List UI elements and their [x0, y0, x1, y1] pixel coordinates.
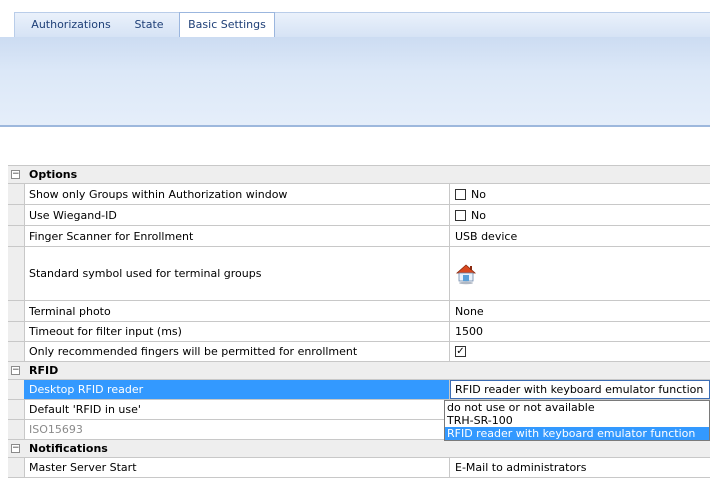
tab-authorizations[interactable]: Authorizations — [23, 13, 119, 37]
property-label: Desktop RFID reader — [24, 380, 450, 399]
rfid-reader-dropdown-list: do not use or not available TRH-SR-100 R… — [444, 400, 710, 441]
property-value[interactable]: 1500 — [450, 322, 710, 341]
tab-basic-settings[interactable]: Basic Settings — [179, 12, 275, 39]
category-rfid[interactable]: − RFID — [8, 362, 710, 380]
property-label: Standard symbol used for terminal groups — [24, 247, 450, 300]
property-value: No — [471, 187, 486, 201]
category-options[interactable]: − Options — [8, 166, 710, 184]
checkbox[interactable] — [455, 188, 466, 200]
house-terminal-icon — [455, 263, 477, 284]
dropdown-option-selected[interactable]: RFID reader with keyboard emulator funct… — [445, 427, 709, 440]
collapse-icon[interactable]: − — [11, 365, 20, 375]
property-value[interactable]: E-Mail to administrators — [450, 458, 710, 477]
property-row-standard-symbol[interactable]: Standard symbol used for terminal groups — [8, 247, 710, 301]
desktop-rfid-reader-combobox[interactable]: RFID reader with keyboard emulator funct… — [450, 380, 710, 399]
checkbox-checked[interactable]: ✓ — [455, 346, 466, 357]
category-notifications[interactable]: − Notifications — [8, 440, 710, 458]
property-row-desktop-rfid-reader[interactable]: Desktop RFID reader RFID reader with key… — [8, 380, 710, 400]
property-label: ISO15693 — [24, 420, 450, 439]
dropdown-option[interactable]: do not use or not available — [445, 401, 709, 414]
property-row-wiegand[interactable]: Use Wiegand-ID No — [8, 205, 710, 226]
property-label: Show only Groups within Authorization wi… — [24, 184, 450, 204]
property-label: Only recommended fingers will be permitt… — [24, 342, 450, 361]
property-row-recommended-fingers[interactable]: Only recommended fingers will be permitt… — [8, 342, 710, 362]
property-row-master-server-start[interactable]: Master Server Start E-Mail to administra… — [8, 458, 710, 478]
property-label: Terminal photo — [24, 301, 450, 321]
property-row-show-groups[interactable]: Show only Groups within Authorization wi… — [8, 184, 710, 205]
property-label: Master Server Start — [24, 458, 450, 477]
property-row-finger-scanner[interactable]: Finger Scanner for Enrollment USB device — [8, 226, 710, 247]
category-label: Options — [29, 168, 78, 181]
tab-strip: Authorizations State Basic Settings — [14, 12, 710, 39]
property-label: Finger Scanner for Enrollment — [24, 226, 450, 246]
property-value: No — [471, 208, 486, 222]
category-label: Notifications — [29, 442, 108, 455]
collapse-icon[interactable]: − — [11, 443, 20, 453]
checkbox[interactable] — [455, 209, 466, 221]
property-row-timeout[interactable]: Timeout for filter input (ms) 1500 — [8, 322, 710, 342]
collapse-icon[interactable]: − — [11, 169, 20, 179]
header-band — [0, 37, 710, 125]
tab-bar: Authorizations State Basic Settings — [0, 0, 710, 39]
property-label: Use Wiegand-ID — [24, 205, 450, 225]
category-label: RFID — [29, 364, 59, 377]
combobox-value: RFID reader with keyboard emulator funct… — [455, 383, 704, 396]
spacer — [0, 127, 710, 165]
property-value[interactable]: USB device — [450, 226, 710, 246]
property-label: Timeout for filter input (ms) — [24, 322, 450, 341]
property-grid: − Options Show only Groups within Author… — [8, 165, 710, 478]
property-label: Default 'RFID in use' — [24, 400, 450, 419]
tab-state[interactable]: State — [125, 13, 173, 37]
dropdown-option[interactable]: TRH-SR-100 — [445, 414, 709, 427]
property-value[interactable]: None — [450, 301, 710, 321]
property-row-terminal-photo[interactable]: Terminal photo None — [8, 301, 710, 322]
